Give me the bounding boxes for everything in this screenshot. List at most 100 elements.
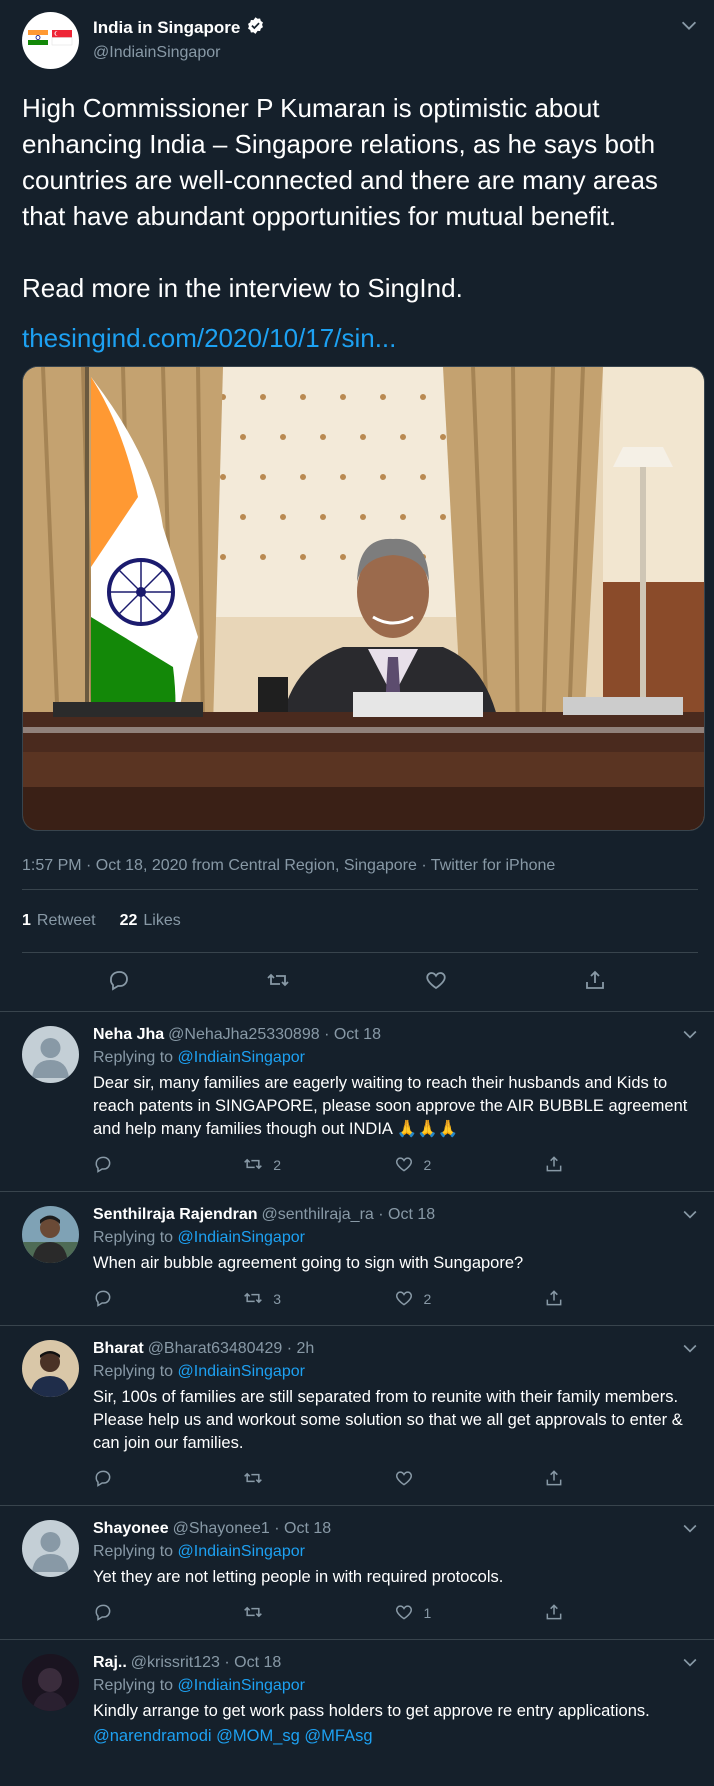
share-action[interactable] — [544, 1468, 694, 1491]
replying-to-link[interactable]: @IndiainSingapor — [178, 1677, 305, 1694]
tweet-link[interactable]: thesingind.com/2020/10/17/sin... — [0, 320, 714, 356]
reply-text: Yet they are not letting people in with … — [93, 1568, 504, 1586]
tweet-photo[interactable] — [22, 366, 705, 831]
reply-icon — [93, 1602, 113, 1625]
reply-action[interactable] — [93, 1288, 243, 1311]
like-action[interactable]: 2 — [394, 1154, 544, 1177]
reply-item[interactable]: Bharat @Bharat63480429 · 2h Replying to @… — [0, 1326, 714, 1506]
like-action[interactable] — [394, 1468, 544, 1491]
reply-avatar-photo[interactable] — [22, 1654, 79, 1711]
reply-avatar-photo[interactable] — [22, 1206, 79, 1263]
share-icon — [544, 1288, 564, 1311]
replying-to-link[interactable]: @IndiainSingapor — [178, 1049, 305, 1066]
replying-to-link[interactable]: @IndiainSingapor — [178, 1543, 305, 1560]
likes-label: Likes — [143, 912, 181, 929]
reply-actions: 1 — [93, 1601, 694, 1625]
reply-text: Dear sir, many families are eagerly wait… — [93, 1074, 688, 1138]
reply-action[interactable] — [93, 1602, 243, 1625]
share-icon[interactable] — [583, 968, 607, 997]
chevron-down-icon[interactable] — [678, 14, 700, 36]
reply-item[interactable]: Neha Jha @NehaJha25330898 · Oct 18 Replyi… — [0, 1012, 714, 1192]
share-icon — [544, 1154, 564, 1177]
account-display-name[interactable]: India in Singapore — [93, 18, 240, 38]
retweet-action[interactable]: 2 — [243, 1154, 393, 1177]
reply-author-name[interactable]: Senthilraja Rajendran — [93, 1206, 258, 1223]
reply-author-name[interactable]: Bharat — [93, 1340, 144, 1357]
reply-author-handle[interactable]: @krissrit123 · Oct 18 — [131, 1654, 282, 1671]
reply-text: When air bubble agreement going to sign … — [93, 1254, 524, 1272]
retweets-label: Retweet — [36, 912, 96, 929]
reply-avatar-default[interactable] — [22, 1026, 79, 1083]
like-icon[interactable] — [424, 968, 448, 997]
retweet-action[interactable]: 3 — [243, 1288, 393, 1311]
retweet-count: 3 — [273, 1291, 282, 1307]
retweet-icon — [243, 1288, 263, 1311]
reply-icon[interactable] — [107, 968, 131, 997]
like-icon — [394, 1468, 414, 1491]
like-icon — [394, 1602, 414, 1625]
share-action[interactable] — [544, 1288, 694, 1311]
retweet-action[interactable] — [243, 1602, 393, 1625]
replying-to-label: Replying to — [93, 1049, 174, 1066]
like-count: 2 — [423, 1157, 432, 1173]
share-icon — [544, 1468, 564, 1491]
like-icon — [394, 1288, 414, 1311]
like-count: 1 — [423, 1605, 432, 1621]
retweet-icon — [243, 1468, 263, 1491]
reply-author-name[interactable]: Neha Jha — [93, 1026, 164, 1043]
reply-icon — [93, 1468, 113, 1491]
reply-actions: 2 2 — [93, 1153, 694, 1177]
like-action[interactable]: 2 — [394, 1288, 544, 1311]
tweet-text: High Commissioner P Kumaran is optimisti… — [22, 93, 658, 303]
reply-item[interactable]: Senthilraja Rajendran @senthilraja_ra · O… — [0, 1192, 714, 1326]
account-avatar[interactable] — [22, 12, 79, 69]
reply-author-handle[interactable]: @senthilraja_ra · Oct 18 — [262, 1206, 436, 1223]
reply-action[interactable] — [93, 1154, 243, 1177]
chevron-down-icon[interactable] — [680, 1024, 700, 1044]
retweets-stat[interactable]: 1 Retweet — [22, 912, 96, 930]
chevron-down-icon[interactable] — [680, 1518, 700, 1538]
retweet-icon — [243, 1602, 263, 1625]
like-action[interactable]: 1 — [394, 1602, 544, 1625]
tweet-actions — [0, 953, 714, 1012]
account-handle[interactable]: @IndiainSingapor — [93, 44, 265, 62]
reply-item[interactable]: Raj.. @krissrit123 · Oct 18 Replying to @… — [0, 1640, 714, 1762]
chevron-down-icon[interactable] — [680, 1204, 700, 1224]
verified-badge-icon — [246, 16, 265, 40]
reply-author-name[interactable]: Shayonee — [93, 1520, 169, 1537]
replying-to-link[interactable]: @IndiainSingapor — [178, 1229, 305, 1246]
retweet-icon[interactable] — [266, 968, 290, 997]
reply-author-handle[interactable]: @Shayonee1 · Oct 18 — [173, 1520, 332, 1537]
share-action[interactable] — [544, 1154, 694, 1177]
replying-to-label: Replying to — [93, 1363, 174, 1380]
retweet-action[interactable] — [243, 1468, 393, 1491]
tweet-header: India in Singapore @IndiainSingapor — [0, 0, 714, 86]
reply-actions — [93, 1467, 694, 1491]
likes-count: 22 — [119, 912, 138, 929]
reply-icon — [93, 1288, 113, 1311]
reply-avatar-default[interactable] — [22, 1520, 79, 1577]
share-action[interactable] — [544, 1602, 694, 1625]
tweet-stats: 1 Retweet 22 Likes — [22, 890, 698, 953]
retweet-count: 2 — [273, 1157, 282, 1173]
like-icon — [394, 1154, 414, 1177]
retweets-count: 1 — [22, 912, 31, 929]
reply-action[interactable] — [93, 1468, 243, 1491]
reply-author-handle[interactable]: @NehaJha25330898 · Oct 18 — [168, 1026, 381, 1043]
reply-actions: 3 2 — [93, 1287, 694, 1311]
replying-to-link[interactable]: @IndiainSingapor — [178, 1363, 305, 1380]
reply-avatar-photo[interactable] — [22, 1340, 79, 1397]
reply-author-handle[interactable]: @Bharat63480429 · 2h — [148, 1340, 315, 1357]
replying-to-label: Replying to — [93, 1677, 174, 1694]
likes-stat[interactable]: 22 Likes — [120, 912, 181, 930]
chevron-down-icon[interactable] — [680, 1652, 700, 1672]
reply-text: Kindly arrange to get work pass holders … — [93, 1702, 650, 1720]
account-name-block[interactable]: India in Singapore @IndiainSingapor — [93, 16, 265, 62]
like-count: 2 — [423, 1291, 432, 1307]
reply-author-name[interactable]: Raj.. — [93, 1654, 127, 1671]
reply-mentions[interactable]: @narendramodi @MOM_sg @MFAsg — [93, 1727, 373, 1745]
retweet-icon — [243, 1154, 263, 1177]
reply-icon — [93, 1154, 113, 1177]
reply-item[interactable]: Shayonee @Shayonee1 · Oct 18 Replying to … — [0, 1506, 714, 1640]
chevron-down-icon[interactable] — [680, 1338, 700, 1358]
